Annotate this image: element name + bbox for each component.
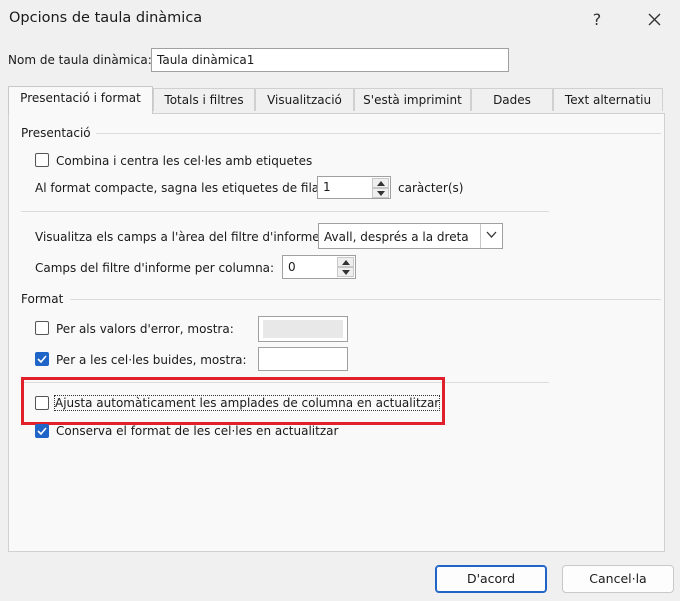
report-filter-layout-value: Avall, després a la dreta <box>324 230 469 244</box>
compact-indent-label: Al format compacte, sagna les etiquetes … <box>35 181 324 195</box>
merge-center-label: Combina i centra les cel·les amb etiquet… <box>56 154 313 168</box>
spin-down-button[interactable] <box>337 267 354 277</box>
tab-alt-text[interactable]: Text alternatiu <box>553 88 663 111</box>
pivot-name-label: Nom de taula dinàmica: <box>8 53 152 67</box>
spin-down-button[interactable] <box>372 188 389 198</box>
chevron-up-icon <box>342 260 350 265</box>
dialog-title: Opcions de taula dinàmica <box>9 10 203 26</box>
tab-display[interactable]: Visualització <box>255 88 354 111</box>
preserve-format-checkbox[interactable] <box>35 424 49 438</box>
empty-cells-checkbox[interactable] <box>35 352 49 366</box>
autofit-columns-checkbox[interactable] <box>35 396 49 410</box>
merge-center-checkbox[interactable] <box>35 153 49 167</box>
section-format-title: Format <box>21 292 64 306</box>
tab-printing[interactable]: S'està imprimint <box>354 88 471 111</box>
fields-per-column-stepper[interactable]: 0 <box>282 255 356 279</box>
spin-up-button[interactable] <box>372 178 389 188</box>
compact-indent-value: 1 <box>323 180 331 194</box>
close-button[interactable] <box>640 8 668 32</box>
divider <box>96 133 661 134</box>
preserve-format-label: Conserva el format de les cel·les en act… <box>56 424 339 438</box>
help-button[interactable]: ? <box>583 8 611 32</box>
report-filter-layout-select[interactable]: Avall, després a la dreta <box>318 223 503 249</box>
error-values-checkbox[interactable] <box>35 321 49 335</box>
autofit-columns-label: Ajusta automàticament les amplades de co… <box>53 395 441 411</box>
report-filter-layout-label: Visualitza els camps a l'àrea del filtre… <box>35 230 324 244</box>
ok-button[interactable]: D'acord <box>435 565 547 593</box>
chevron-down-icon <box>377 191 385 196</box>
chevron-down-icon <box>342 270 350 275</box>
divider <box>21 211 549 212</box>
checkmark-icon <box>37 355 47 364</box>
tab-data[interactable]: Dades <box>471 88 553 111</box>
fields-per-column-label: Camps del filtre d'informe per columna: <box>35 261 275 275</box>
pivot-name-input[interactable]: Taula dinàmica1 <box>151 48 509 72</box>
compact-indent-stepper[interactable]: 1 <box>317 176 391 199</box>
tab-totals-filters[interactable]: Totals i filtres <box>153 88 255 111</box>
section-layout-title: Presentació <box>21 126 91 140</box>
tab-layout-format[interactable]: Presentació i format <box>8 86 153 114</box>
chevron-down-icon <box>486 231 497 238</box>
close-icon <box>648 13 660 26</box>
dropdown-arrow[interactable] <box>480 224 502 248</box>
tab-strip: Presentació i format Totals i filtres Vi… <box>8 86 663 114</box>
error-values-label: Per als valors d'error, mostra: <box>56 322 234 336</box>
title-bar: Opcions de taula dinàmica ? <box>0 0 680 40</box>
error-values-input-fill <box>263 320 343 338</box>
empty-cells-input[interactable] <box>258 347 348 371</box>
chevron-up-icon <box>377 181 385 186</box>
fields-per-column-value: 0 <box>288 260 296 274</box>
compact-indent-unit: caràcter(s) <box>398 181 464 195</box>
spin-up-button[interactable] <box>337 257 354 267</box>
checkmark-icon <box>37 427 47 436</box>
empty-cells-label: Per a les cel·les buides, mostra: <box>56 353 247 367</box>
divider <box>70 299 661 300</box>
cancel-button[interactable]: Cancel·la <box>562 565 674 593</box>
